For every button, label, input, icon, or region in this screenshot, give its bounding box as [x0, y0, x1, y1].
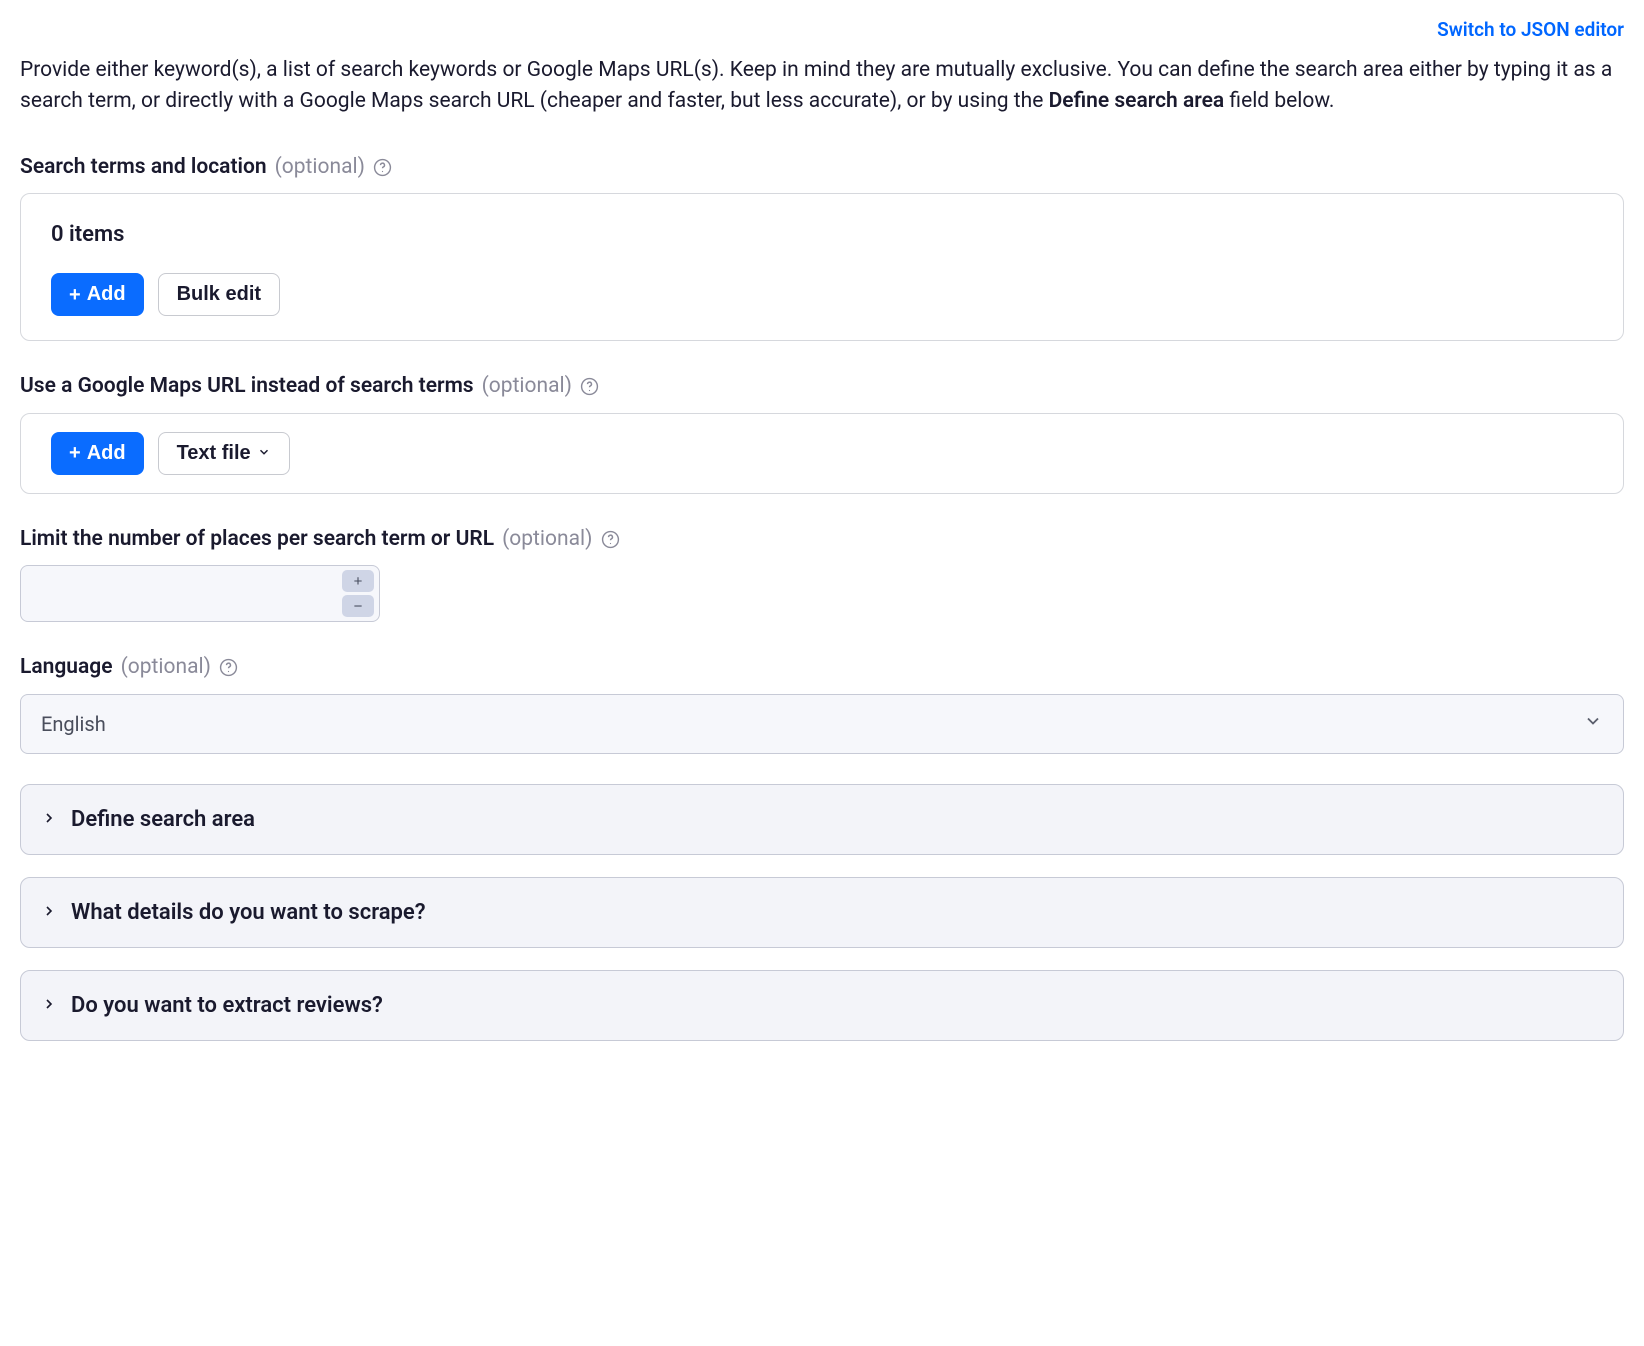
- help-icon[interactable]: [373, 157, 393, 177]
- items-count: 0 items: [51, 218, 1593, 251]
- stepper-up-button[interactable]: +: [342, 570, 374, 592]
- accordion-title: Do you want to extract reviews?: [71, 989, 383, 1022]
- limit-input[interactable]: [21, 566, 342, 621]
- switch-to-json-editor-link[interactable]: Switch to JSON editor: [1437, 16, 1624, 45]
- accordion-scrape-details[interactable]: What details do you want to scrape?: [20, 877, 1624, 948]
- accordion-extract-reviews[interactable]: Do you want to extract reviews?: [20, 970, 1624, 1041]
- description-bold: Define search area: [1049, 89, 1225, 113]
- language-value: English: [41, 709, 106, 739]
- accordion-title: What details do you want to scrape?: [71, 896, 426, 929]
- add-url-button[interactable]: + Add: [51, 432, 144, 475]
- quantity-stepper: + −: [342, 566, 379, 621]
- description-text: Provide either keyword(s), a list of sea…: [20, 55, 1624, 118]
- bulk-edit-label: Bulk edit: [177, 283, 261, 306]
- minus-icon: −: [354, 599, 363, 614]
- help-icon[interactable]: [580, 377, 600, 397]
- search-terms-panel: 0 items + Add Bulk edit: [20, 193, 1624, 341]
- text-file-button[interactable]: Text file: [158, 432, 290, 475]
- add-search-term-button[interactable]: + Add: [51, 273, 144, 316]
- chevron-right-icon: [41, 804, 57, 834]
- optional-label: (optional): [482, 371, 572, 403]
- description-suffix: field below.: [1224, 89, 1334, 113]
- description-prefix: Provide either keyword(s), a list of sea…: [20, 58, 1612, 114]
- add-button-label: Add: [87, 283, 126, 306]
- limit-input-wrap: + −: [20, 565, 380, 622]
- chevron-right-icon: [41, 990, 57, 1020]
- text-file-label: Text file: [177, 442, 251, 465]
- plus-icon: +: [69, 443, 81, 463]
- url-panel: + Add Text file: [20, 413, 1624, 494]
- accordion-define-search-area[interactable]: Define search area: [20, 784, 1624, 855]
- accordion-title: Define search area: [71, 803, 255, 836]
- search-terms-label: Search terms and location: [20, 152, 267, 184]
- add-button-label: Add: [87, 442, 126, 465]
- stepper-down-button[interactable]: −: [342, 595, 374, 617]
- plus-icon: +: [354, 574, 363, 589]
- help-icon[interactable]: [600, 529, 620, 549]
- chevron-right-icon: [41, 897, 57, 927]
- chevron-down-icon: [257, 442, 271, 465]
- help-icon[interactable]: [219, 658, 239, 678]
- optional-label: (optional): [275, 152, 365, 184]
- optional-label: (optional): [502, 524, 592, 556]
- language-label: Language: [20, 652, 113, 684]
- language-select[interactable]: English: [20, 694, 1624, 754]
- limit-label: Limit the number of places per search te…: [20, 524, 494, 556]
- chevron-down-icon: [1583, 709, 1603, 739]
- plus-icon: +: [69, 285, 81, 305]
- bulk-edit-button[interactable]: Bulk edit: [158, 273, 280, 316]
- optional-label: (optional): [121, 652, 211, 684]
- url-section-label: Use a Google Maps URL instead of search …: [20, 371, 474, 403]
